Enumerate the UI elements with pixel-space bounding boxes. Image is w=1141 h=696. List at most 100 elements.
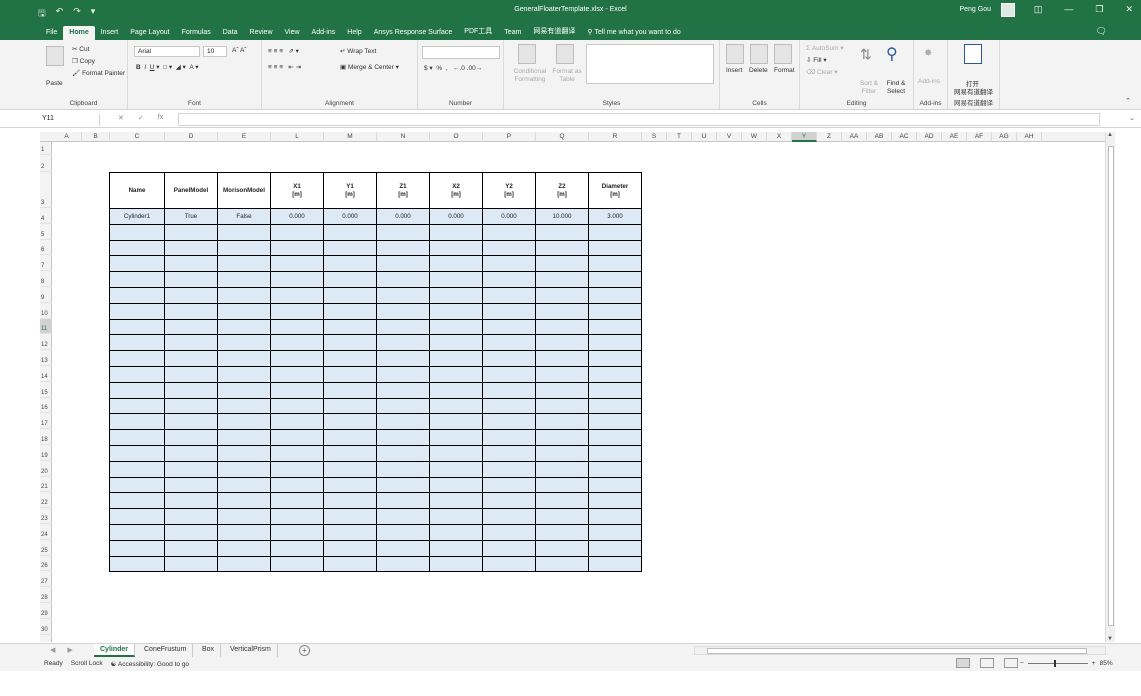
table-cell[interactable] bbox=[217, 397, 271, 415]
table-cell[interactable] bbox=[535, 397, 589, 415]
table-cell[interactable] bbox=[429, 397, 483, 415]
prev-sheet-icon[interactable]: ◀ bbox=[50, 646, 55, 654]
table-cell[interactable] bbox=[588, 239, 642, 257]
tab-review[interactable]: Review bbox=[244, 26, 279, 40]
table-cell[interactable] bbox=[588, 429, 642, 446]
table-cell[interactable] bbox=[376, 255, 430, 273]
table-cell[interactable] bbox=[429, 318, 483, 336]
format-as-table-icon[interactable] bbox=[556, 44, 574, 64]
table-cell[interactable] bbox=[109, 397, 165, 415]
bold-italic-underline[interactable]: B I U ▾ □ ▾ ◢ ▾ A ▾ bbox=[136, 63, 198, 71]
table-cell[interactable] bbox=[429, 413, 483, 431]
table-cell[interactable] bbox=[323, 334, 377, 352]
name-box[interactable]: Y11 bbox=[40, 114, 100, 126]
table-cell[interactable] bbox=[482, 555, 536, 573]
table-cell[interactable] bbox=[482, 239, 536, 257]
table-cell[interactable] bbox=[323, 539, 377, 557]
table-cell[interactable] bbox=[164, 555, 218, 573]
table-cell[interactable] bbox=[164, 334, 218, 352]
row-header-27[interactable]: 27 bbox=[40, 571, 52, 588]
column-header-ah[interactable]: AH bbox=[1017, 132, 1042, 142]
table-cell[interactable] bbox=[535, 476, 589, 494]
table-cell[interactable] bbox=[588, 223, 642, 241]
table-cell[interactable] bbox=[109, 286, 165, 304]
table-cell[interactable]: 0.000 bbox=[376, 208, 430, 225]
table-cell[interactable] bbox=[588, 302, 642, 320]
table-cell[interactable] bbox=[109, 429, 165, 446]
table-cell[interactable] bbox=[429, 365, 483, 383]
table-cell[interactable] bbox=[376, 460, 430, 478]
page-layout-view-icon[interactable] bbox=[980, 658, 994, 668]
horizontal-scroll-thumb[interactable] bbox=[707, 648, 1087, 654]
column-header-e[interactable]: E bbox=[218, 132, 271, 142]
table-cell[interactable] bbox=[323, 508, 377, 525]
zoom-in-icon[interactable]: + bbox=[1092, 660, 1096, 667]
table-cell[interactable] bbox=[164, 476, 218, 494]
table-cell[interactable] bbox=[429, 350, 483, 367]
column-header-a[interactable]: A bbox=[52, 132, 82, 142]
delete-cells-icon[interactable] bbox=[750, 44, 768, 64]
row-header-28[interactable]: 28 bbox=[40, 587, 52, 603]
row-header-16[interactable]: 16 bbox=[40, 398, 52, 414]
table-cell[interactable] bbox=[482, 508, 536, 525]
fill-button[interactable]: ⇩ Fill ▾ bbox=[806, 56, 827, 64]
table-cell[interactable] bbox=[270, 397, 324, 415]
table-cell[interactable] bbox=[429, 302, 483, 320]
table-cell[interactable] bbox=[429, 444, 483, 462]
table-cell[interactable] bbox=[429, 286, 483, 304]
copy-button[interactable]: ❐ Copy bbox=[72, 57, 95, 65]
table-cell[interactable] bbox=[164, 381, 218, 399]
table-cell[interactable] bbox=[164, 223, 218, 241]
paste-icon[interactable] bbox=[46, 46, 64, 66]
table-cell[interactable] bbox=[429, 381, 483, 399]
table-cell[interactable] bbox=[270, 334, 324, 352]
row-header-20[interactable]: 20 bbox=[40, 461, 52, 477]
table-cell[interactable] bbox=[429, 508, 483, 525]
tab-help[interactable]: Help bbox=[341, 26, 367, 40]
table-cell[interactable] bbox=[482, 492, 536, 510]
table-cell[interactable] bbox=[217, 239, 271, 257]
horizontal-scrollbar[interactable] bbox=[694, 646, 1106, 655]
table-cell[interactable] bbox=[429, 523, 483, 541]
table-cell[interactable] bbox=[535, 255, 589, 273]
table-cell[interactable] bbox=[535, 302, 589, 320]
table-cell[interactable] bbox=[482, 429, 536, 446]
table-cell[interactable] bbox=[376, 539, 430, 557]
zoom-slider[interactable] bbox=[1027, 660, 1088, 667]
table-cell[interactable] bbox=[217, 223, 271, 241]
column-header-b[interactable]: B bbox=[82, 132, 110, 142]
row-header-30[interactable]: 30 bbox=[40, 619, 52, 635]
tab-insert[interactable]: Insert bbox=[95, 26, 125, 40]
table-cell[interactable] bbox=[482, 318, 536, 336]
worksheet-grid[interactable]: Name PanelModel MorisonModel X1 [m] Y1 [m] Z1… bbox=[52, 142, 1105, 642]
next-sheet-icon[interactable]: ▶ bbox=[67, 646, 72, 654]
table-cell[interactable] bbox=[429, 429, 483, 446]
row-header-2[interactable]: 2 bbox=[40, 155, 52, 172]
table-cell[interactable] bbox=[323, 302, 377, 320]
table-cell[interactable] bbox=[270, 302, 324, 320]
table-cell[interactable] bbox=[323, 381, 377, 399]
align-left-icons[interactable]: ≡ ≡ ≡ ⇤ ⇥ bbox=[268, 63, 301, 71]
tab-data[interactable]: Data bbox=[217, 26, 244, 40]
table-cell[interactable] bbox=[109, 223, 165, 241]
table-cell[interactable] bbox=[217, 539, 271, 557]
vertical-scroll-thumb[interactable] bbox=[1108, 146, 1114, 626]
table-cell[interactable] bbox=[217, 476, 271, 494]
table-cell[interactable] bbox=[323, 444, 377, 462]
row-header-18[interactable]: 18 bbox=[40, 429, 52, 445]
table-cell[interactable] bbox=[588, 350, 642, 367]
table-cell[interactable] bbox=[482, 381, 536, 399]
cell-styles-gallery[interactable] bbox=[586, 44, 714, 84]
table-header-3[interactable]: X1 [m] bbox=[270, 172, 324, 209]
table-cell[interactable] bbox=[535, 365, 589, 383]
row-header-11[interactable]: 11 bbox=[40, 318, 52, 335]
table-cell[interactable] bbox=[535, 523, 589, 541]
table-cell[interactable] bbox=[535, 271, 589, 288]
table-cell[interactable]: Cylinder1 bbox=[109, 208, 165, 225]
row-header-9[interactable]: 9 bbox=[40, 287, 52, 303]
table-cell[interactable] bbox=[323, 255, 377, 273]
column-header-p[interactable]: P bbox=[483, 132, 536, 142]
table-cell[interactable] bbox=[323, 271, 377, 288]
table-cell[interactable] bbox=[164, 318, 218, 336]
table-cell[interactable] bbox=[164, 460, 218, 478]
